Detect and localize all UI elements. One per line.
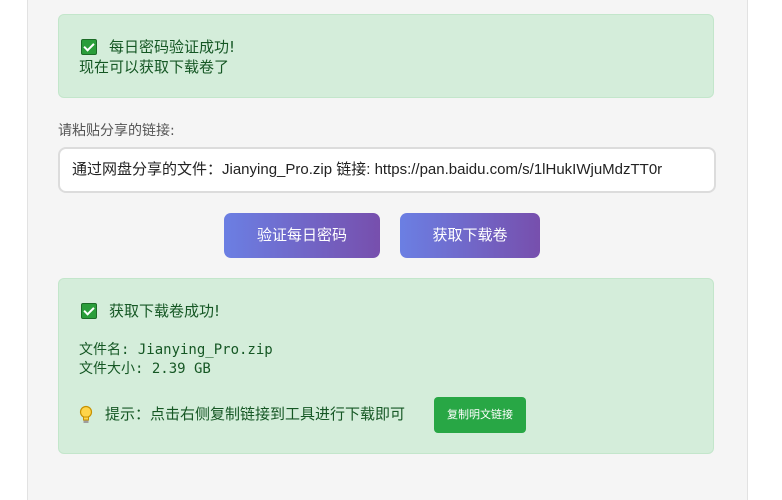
share-link-input[interactable]: 通过网盘分享的文件：Jianying_Pro.zip 链接: https://p…: [58, 147, 716, 193]
result-alert-title: 获取下载卷成功!: [109, 302, 221, 320]
file-name: 文件名: Jianying_Pro.zip: [79, 342, 273, 358]
copy-plain-link-button[interactable]: 复制明文链接: [434, 397, 526, 433]
download-tip: 提示：点击右侧复制链接到工具进行下载即可: [105, 405, 406, 423]
daily-password-success-alert: 每日密码验证成功! 现在可以获取下载卷了: [58, 14, 714, 98]
file-size: 文件大小: 2.39 GB: [79, 361, 211, 377]
share-link-label: 请粘贴分享的链接:: [58, 123, 175, 139]
lightbulb-icon: [79, 405, 93, 423]
download-volume-success-alert: 获取下载卷成功! 文件名: Jianying_Pro.zip 文件大小: 2.3…: [58, 278, 714, 454]
check-box-icon: [81, 303, 97, 319]
get-download-volume-button[interactable]: 获取下载卷: [400, 213, 540, 258]
verify-daily-password-button[interactable]: 验证每日密码: [224, 213, 380, 258]
daily-alert-message: 现在可以获取下载卷了: [79, 58, 230, 76]
check-box-icon: [81, 39, 97, 55]
daily-alert-title: 每日密码验证成功!: [109, 38, 236, 56]
